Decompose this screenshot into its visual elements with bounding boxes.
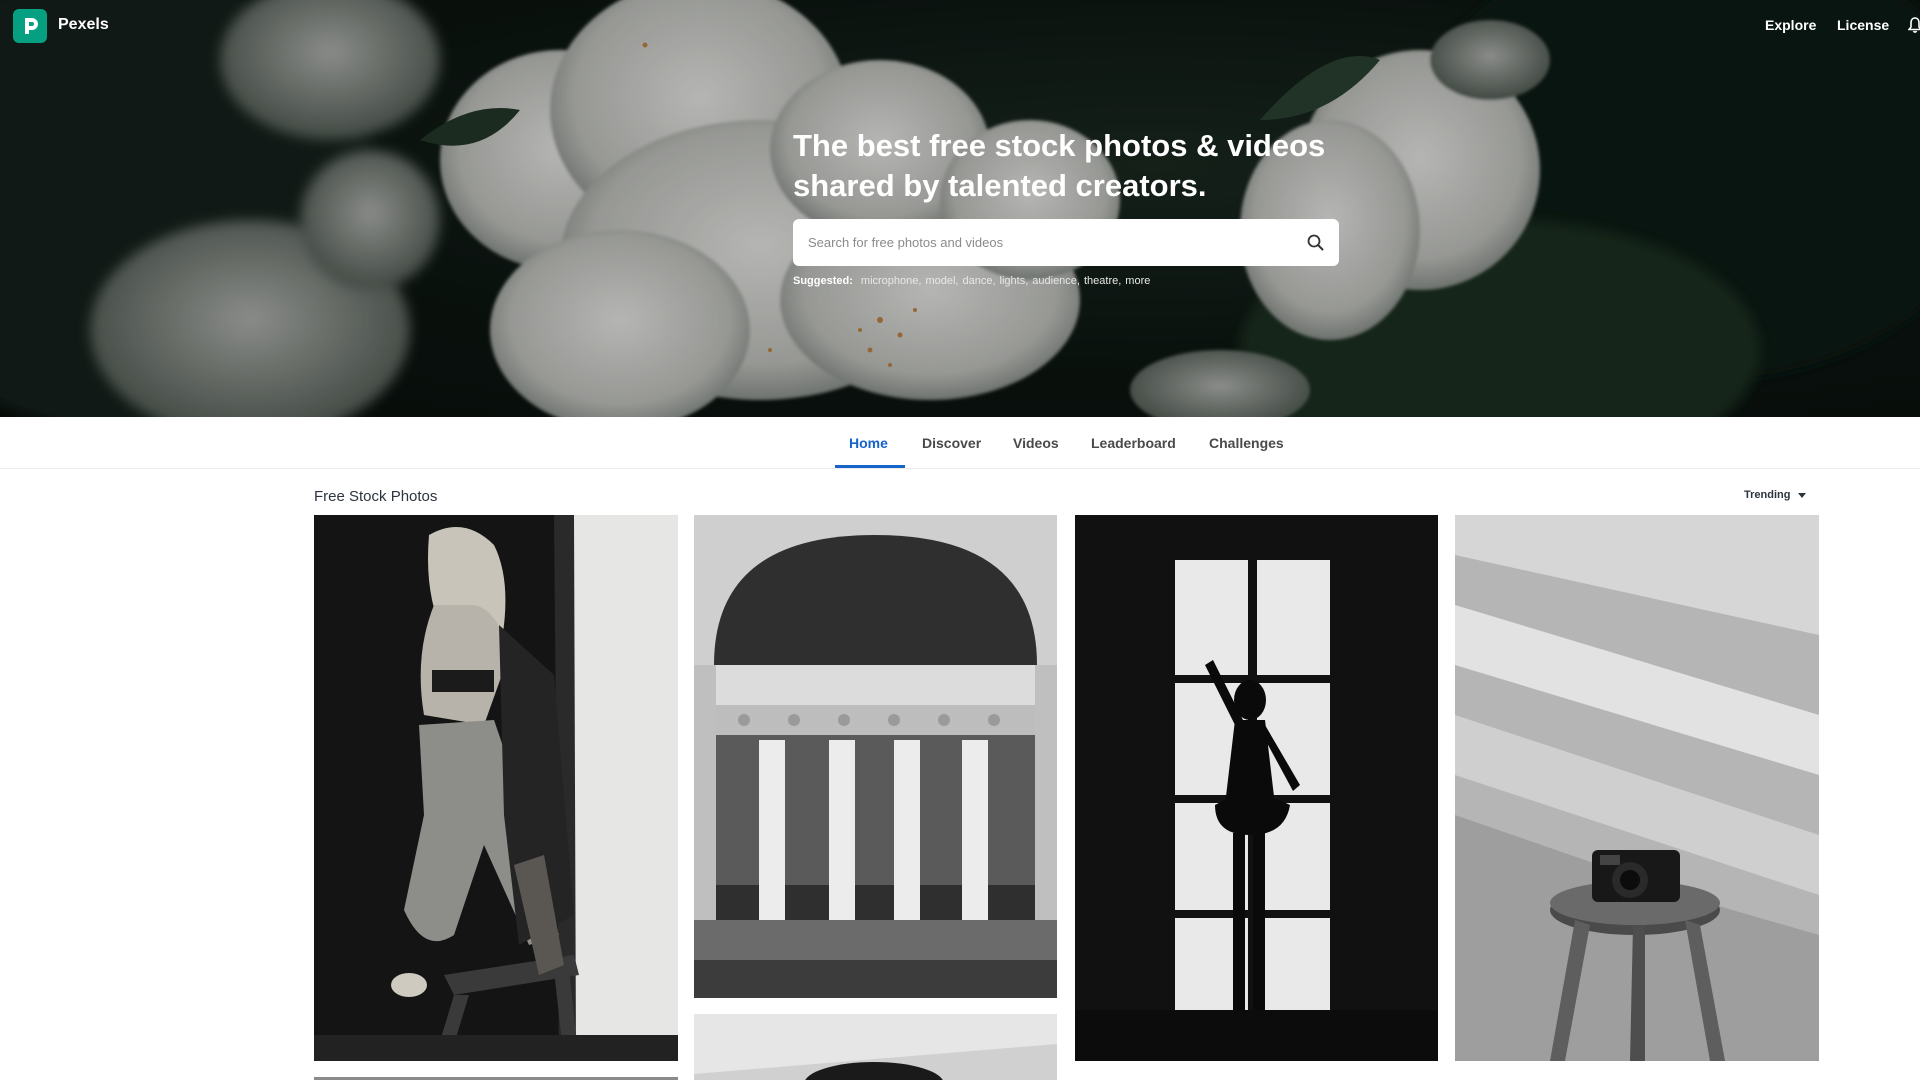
hero-title: The best free stock photos & videos shar… xyxy=(793,126,1353,206)
hero-banner: Pexels Explore License The best free sto… xyxy=(0,0,1920,417)
photo-row-2-col-2-peek-image xyxy=(694,1014,1057,1080)
hero-overlay xyxy=(0,0,1920,417)
photo-ballerina-window-image xyxy=(1075,515,1438,1061)
photo-row-2-col-2-peek[interactable] xyxy=(694,1014,1057,1080)
notification-bell-icon[interactable] xyxy=(1907,16,1920,39)
caret-down-icon xyxy=(1798,489,1807,501)
hero-title-line-2: shared by talented creators. xyxy=(793,168,1207,203)
sort-label: Trending xyxy=(1744,489,1791,501)
suggested-tag-more[interactable]: more xyxy=(1125,275,1150,287)
photo-camera-on-stool-image xyxy=(1455,515,1819,1061)
tab-videos[interactable]: Videos xyxy=(1013,435,1059,451)
nav-license[interactable]: License xyxy=(1837,17,1889,33)
category-tabs: Home Discover Videos Leaderboard Challen… xyxy=(0,417,1920,469)
pexels-logo[interactable] xyxy=(13,9,47,43)
tab-challenges[interactable]: Challenges xyxy=(1209,435,1284,451)
gallery-title: Free Stock Photos xyxy=(314,488,438,505)
suggested-tag-lights[interactable]: lights, xyxy=(1000,275,1029,287)
suggested-tag-theatre[interactable]: theatre, xyxy=(1084,275,1121,287)
pexels-logo-icon xyxy=(25,18,38,34)
search-bar xyxy=(793,219,1339,266)
suggested-label: Suggested: xyxy=(793,275,853,287)
suggested-tag-dance[interactable]: dance, xyxy=(962,275,995,287)
nav-explore[interactable]: Explore xyxy=(1765,17,1816,33)
photo-ballerina-window[interactable] xyxy=(1075,515,1438,1061)
suggested-tag-microphone[interactable]: microphone, xyxy=(861,275,922,287)
photo-camera-on-stool[interactable] xyxy=(1455,515,1819,1061)
search-icon[interactable] xyxy=(1305,232,1327,254)
photo-woman-on-chair[interactable] xyxy=(314,515,678,1061)
photo-colonnade-arch-image xyxy=(694,515,1057,998)
sort-dropdown[interactable]: Trending xyxy=(1744,489,1807,501)
photo-colonnade-arch[interactable] xyxy=(694,515,1057,998)
brand-name[interactable]: Pexels xyxy=(58,16,109,34)
tab-leaderboard[interactable]: Leaderboard xyxy=(1091,435,1176,451)
suggested-tag-audience[interactable]: audience, xyxy=(1032,275,1080,287)
tab-discover[interactable]: Discover xyxy=(922,435,981,451)
active-tab-indicator xyxy=(835,465,905,468)
tab-home[interactable]: Home xyxy=(849,435,888,451)
suggested-tag-model[interactable]: model, xyxy=(925,275,958,287)
photo-woman-on-chair-image xyxy=(314,515,678,1061)
search-input[interactable] xyxy=(793,219,1283,266)
top-navigation: Pexels Explore License xyxy=(0,0,1920,54)
hero-title-line-1: The best free stock photos & videos xyxy=(793,128,1326,163)
suggested-searches: Suggested: microphone, model, dance, lig… xyxy=(793,275,1150,287)
